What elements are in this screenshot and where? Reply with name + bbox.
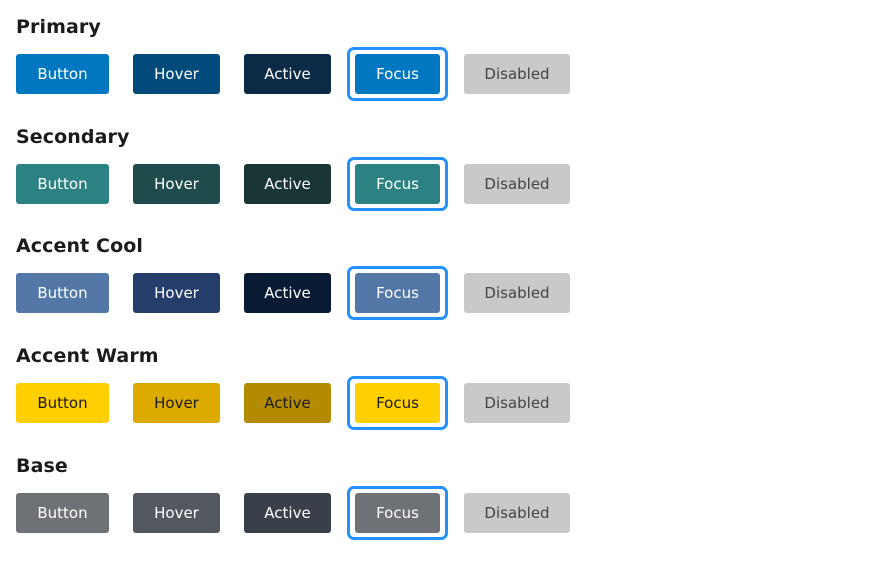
accent-cool-hover-button[interactable]: Hover [133,273,220,313]
primary-active-button[interactable]: Active [244,54,331,94]
accent-warm-focus-button[interactable]: Focus [355,383,440,423]
accent-warm-active-button[interactable]: Active [244,383,331,423]
secondary-active-button[interactable]: Active [244,164,331,204]
secondary-button[interactable]: Button [16,164,109,204]
secondary-disabled-button: Disabled [464,164,570,204]
base-active-button[interactable]: Active [244,493,331,533]
accent-warm-hover-button[interactable]: Hover [133,383,220,423]
accent-warm-disabled-button: Disabled [464,383,570,423]
primary-focus-button[interactable]: Focus [355,54,440,94]
base-hover-button[interactable]: Hover [133,493,220,533]
group-title: Secondary [16,126,130,148]
primary-hover-button[interactable]: Hover [133,54,220,94]
accent-cool-disabled-button: Disabled [464,273,570,313]
group-title: Accent Warm [16,345,159,367]
secondary-focus-button[interactable]: Focus [355,164,440,204]
accent-warm-button[interactable]: Button [16,383,109,423]
base-focus-button[interactable]: Focus [355,493,440,533]
accent-cool-button[interactable]: Button [16,273,109,313]
accent-cool-active-button[interactable]: Active [244,273,331,313]
group-title: Base [16,455,68,477]
primary-button[interactable]: Button [16,54,109,94]
group-title: Primary [16,16,101,38]
base-disabled-button: Disabled [464,493,570,533]
accent-cool-focus-button[interactable]: Focus [355,273,440,313]
group-title: Accent Cool [16,235,144,257]
base-button[interactable]: Button [16,493,109,533]
secondary-hover-button[interactable]: Hover [133,164,220,204]
primary-disabled-button: Disabled [464,54,570,94]
